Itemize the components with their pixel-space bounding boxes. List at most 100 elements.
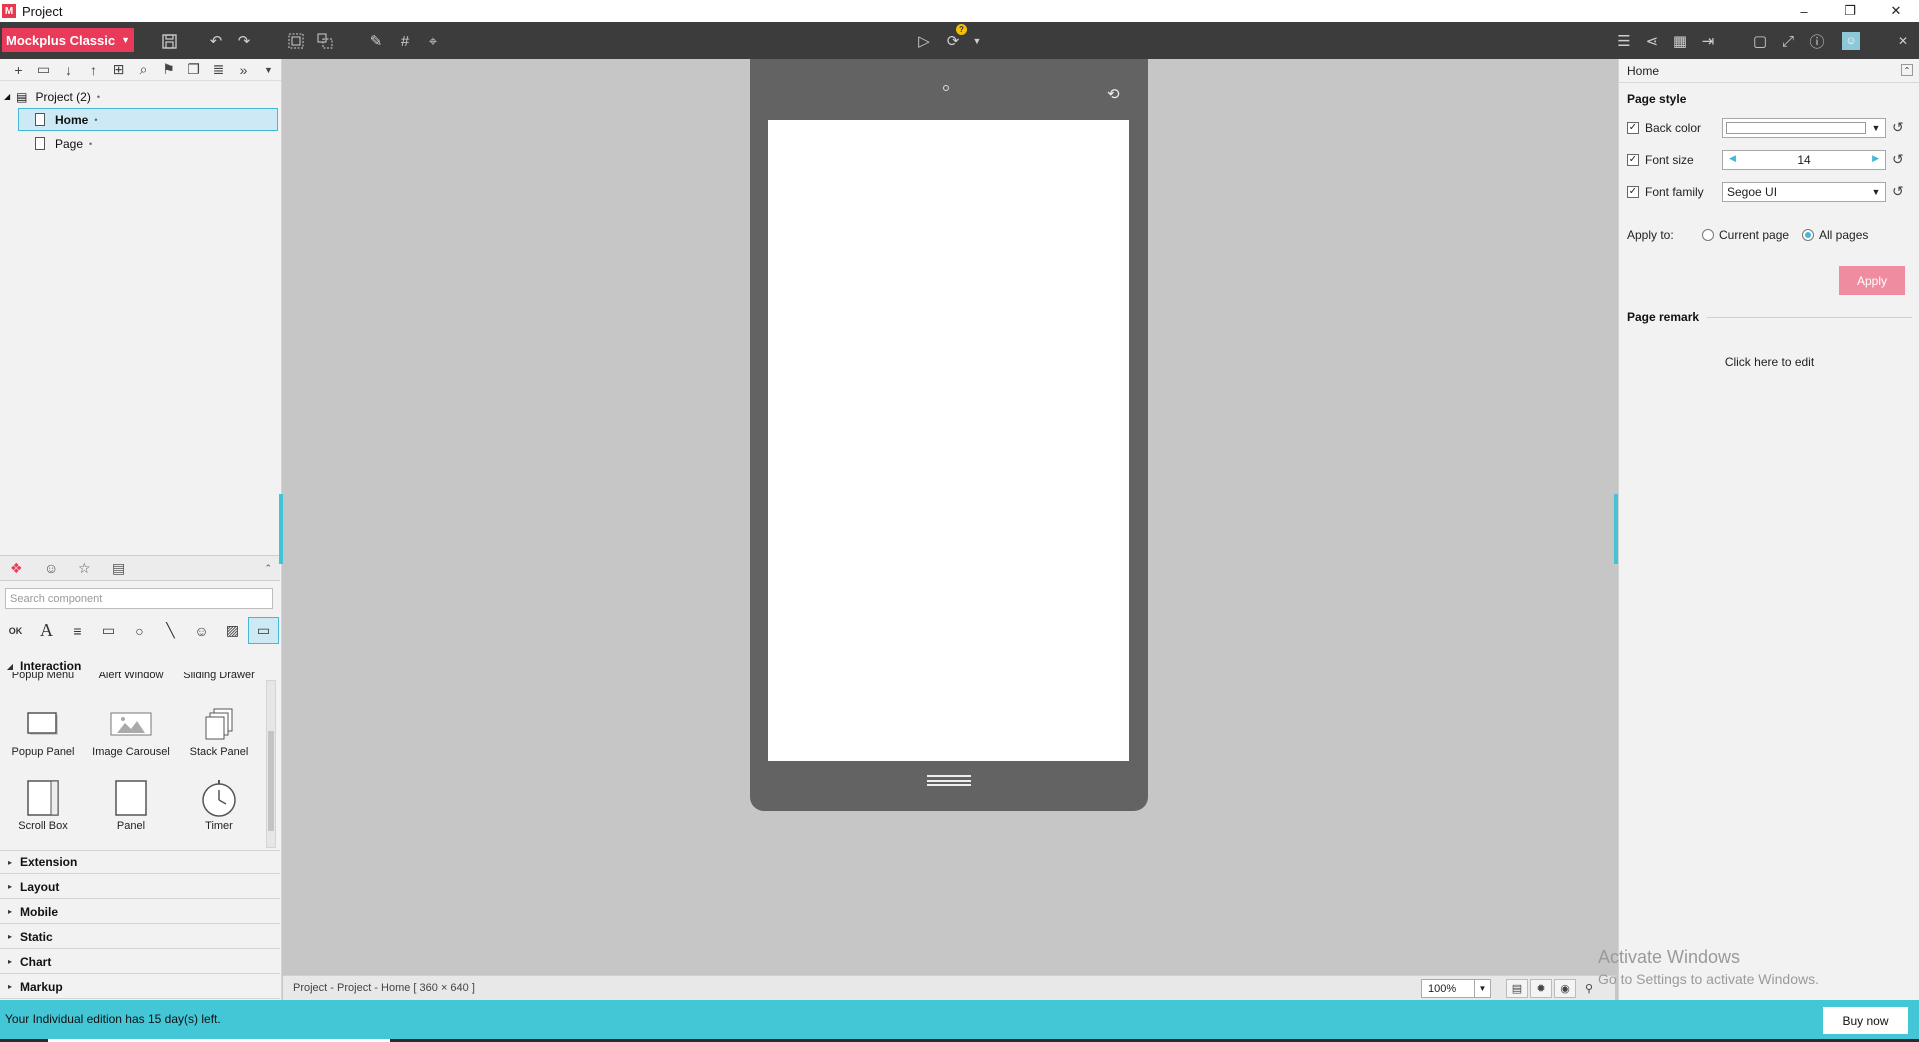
eye-icon[interactable]: ◉ xyxy=(1554,979,1576,998)
font-size-stepper[interactable]: ◀ 14 ▶ xyxy=(1722,150,1886,170)
tab-icons-icon[interactable]: ☺ xyxy=(44,560,78,576)
font-family-checkbox[interactable]: ✓ xyxy=(1627,186,1639,198)
restore-button[interactable]: ❐ xyxy=(1827,0,1873,22)
category-mobile[interactable]: ▸ Mobile xyxy=(0,900,280,924)
reset-font-size-icon[interactable]: ↺ xyxy=(1892,151,1904,168)
font-size-checkbox[interactable]: ✓ xyxy=(1627,154,1639,166)
line-shape-icon[interactable]: ╲ xyxy=(155,617,186,644)
sun-icon[interactable]: ✹ xyxy=(1530,979,1552,998)
search-icon[interactable]: ⌕ xyxy=(131,61,156,78)
group-icon[interactable] xyxy=(285,30,307,52)
component-stack-panel[interactable]: Stack Panel xyxy=(176,702,262,758)
fit-icon[interactable]: ⤢ xyxy=(1777,30,1799,52)
help-icon[interactable]: ⓘ xyxy=(1806,30,1828,52)
rectangle-shape-icon[interactable]: ▭ xyxy=(93,617,124,644)
move-down-icon[interactable]: ↓ xyxy=(56,62,81,78)
add-folder-icon[interactable]: ▭ xyxy=(31,61,56,78)
paragraph-shape-icon[interactable]: ≡ xyxy=(62,617,93,644)
component-timer[interactable]: Timer xyxy=(176,776,262,832)
category-layout[interactable]: ▸ Layout xyxy=(0,875,280,899)
category-markup[interactable]: ▸ Markup xyxy=(0,975,280,999)
unsaved-marker: • xyxy=(89,138,93,149)
page-remark-editor[interactable]: Click here to edit xyxy=(1619,355,1919,369)
close-panel-icon[interactable]: ✕ xyxy=(1892,30,1914,52)
list-icon[interactable]: ≣ xyxy=(206,61,231,78)
move-up-icon[interactable]: ↑ xyxy=(81,62,106,78)
increase-arrow-icon[interactable]: ▶ xyxy=(1872,153,1879,164)
grid-icon[interactable]: # xyxy=(394,30,416,52)
gallery-icon[interactable]: ▦ xyxy=(1669,30,1691,52)
undo-icon[interactable]: ↶ xyxy=(205,30,227,52)
category-extension[interactable]: ▸ Extension xyxy=(0,850,280,874)
icon-shape-icon[interactable]: ☺ xyxy=(186,617,217,644)
tree-root[interactable]: ◢ ▤ Project (2) • xyxy=(4,85,100,108)
reset-font-family-icon[interactable]: ↺ xyxy=(1892,183,1904,200)
format-brush-icon[interactable]: ✎ xyxy=(365,30,387,52)
tab-masters-icon[interactable]: ▤ xyxy=(112,560,146,577)
flag-icon[interactable]: ⚑ xyxy=(156,61,181,78)
reset-back-color-icon[interactable]: ↺ xyxy=(1892,119,1904,136)
tree-item-page[interactable]: Page • xyxy=(35,132,92,155)
component-panel[interactable]: Panel xyxy=(88,776,174,832)
component-image-carousel[interactable]: Image Carousel xyxy=(88,702,174,758)
collapse-icon[interactable]: ▼ xyxy=(256,65,281,75)
ungroup-icon[interactable] xyxy=(314,30,336,52)
back-color-checkbox[interactable]: ✓ xyxy=(1627,122,1639,134)
buy-now-button[interactable]: Buy now xyxy=(1823,1007,1908,1034)
tab-components-icon[interactable]: ❖ xyxy=(10,560,44,577)
more-icon[interactable]: » xyxy=(231,62,256,78)
sync-dropdown-icon[interactable]: ▼ xyxy=(966,30,988,52)
ellipse-shape-icon[interactable]: ○ xyxy=(124,617,155,644)
search-component-input[interactable]: Search component xyxy=(5,588,273,609)
input-shape-icon[interactable]: ▭ xyxy=(248,617,279,644)
zoom-dropdown-icon[interactable]: ▼ xyxy=(1474,980,1490,997)
share-icon[interactable]: ⋖ xyxy=(1641,30,1663,52)
tree-item-home[interactable]: Home • xyxy=(18,108,278,131)
rotate-icon[interactable]: ⟲ xyxy=(1107,85,1120,103)
component-popup-menu[interactable]: Popup Menu xyxy=(0,672,86,684)
fullscreen-icon[interactable]: ▢ xyxy=(1749,30,1771,52)
category-chart[interactable]: ▸ Chart xyxy=(0,950,280,974)
radio-current-page[interactable]: Current page xyxy=(1702,228,1789,242)
prop-label: Font size xyxy=(1645,153,1694,167)
component-popup-panel[interactable]: Popup Panel xyxy=(0,702,86,758)
import-icon[interactable]: ⇥ xyxy=(1697,30,1719,52)
component-scrollbar[interactable] xyxy=(266,680,276,848)
profile-icon[interactable]: ☺ xyxy=(1842,32,1860,50)
preview-play-icon[interactable]: ▷ xyxy=(913,30,935,52)
layout-icon[interactable]: ▤ xyxy=(1506,979,1528,998)
minimize-button[interactable]: – xyxy=(1781,0,1827,22)
brand-menu-button[interactable]: Mockplus Classic ▼ xyxy=(2,28,134,52)
collapse-up-icon[interactable]: ⌃ xyxy=(1901,64,1913,76)
component-sliding-drawer[interactable]: Sliding Drawer xyxy=(176,672,262,684)
component-scroll-box[interactable]: Scroll Box xyxy=(0,776,86,832)
decrease-arrow-icon[interactable]: ◀ xyxy=(1729,153,1736,164)
back-color-picker[interactable]: ▼ xyxy=(1722,118,1886,138)
apply-button[interactable]: Apply xyxy=(1839,266,1905,295)
export-icon[interactable]: ☰ xyxy=(1613,30,1635,52)
image-shape-icon[interactable]: ▨ xyxy=(217,617,248,644)
redo-icon[interactable]: ↷ xyxy=(233,30,255,52)
radio-all-pages[interactable]: All pages xyxy=(1802,228,1868,242)
button-shape-icon[interactable]: OK xyxy=(0,617,31,644)
copy-icon[interactable]: ❐ xyxy=(181,61,206,78)
font-family-select[interactable]: Segoe UI ▼ xyxy=(1722,182,1886,202)
tab-favorites-icon[interactable]: ☆ xyxy=(78,560,112,577)
dropdown-arrow-icon[interactable]: ▼ xyxy=(1867,119,1885,137)
scrollbar-thumb[interactable] xyxy=(268,731,274,831)
text-shape-icon[interactable]: A xyxy=(31,617,62,644)
dropdown-arrow-icon[interactable]: ▼ xyxy=(1867,183,1885,201)
collapse-up-icon[interactable]: ⌃ xyxy=(264,563,272,574)
close-button[interactable]: ✕ xyxy=(1873,0,1919,22)
device-screen[interactable] xyxy=(768,120,1129,761)
add-page-icon[interactable]: + xyxy=(6,62,31,78)
sitemap-icon[interactable]: ⊞ xyxy=(106,61,131,78)
zoom-select[interactable]: 100% ▼ xyxy=(1421,979,1491,998)
expand-triangle-icon[interactable]: ◢ xyxy=(4,92,10,101)
component-alert-window[interactable]: Alert Window xyxy=(88,672,174,684)
pin-icon[interactable]: ⚲ xyxy=(1578,979,1600,998)
category-static[interactable]: ▸ Static xyxy=(0,925,280,949)
save-icon[interactable] xyxy=(158,30,180,52)
design-canvas[interactable]: ⟲ xyxy=(283,59,1615,975)
pointer-icon[interactable]: ⌖ xyxy=(422,30,444,52)
